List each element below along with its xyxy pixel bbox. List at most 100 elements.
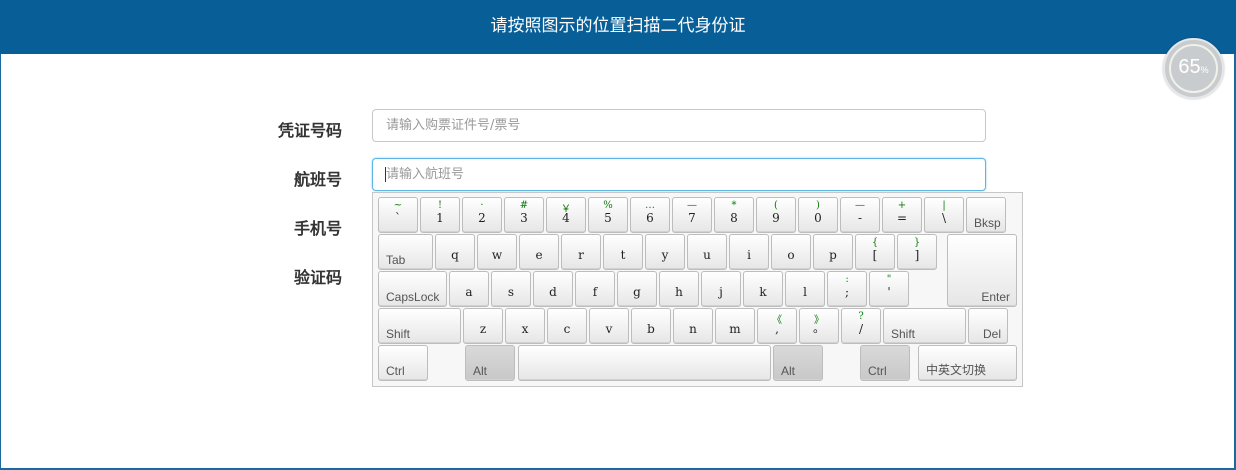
space-key[interactable] bbox=[518, 345, 771, 381]
key-label: Ctrl bbox=[868, 364, 887, 378]
key-10[interactable]: ) 0 bbox=[798, 197, 838, 233]
key-shift-char: % bbox=[603, 200, 613, 211]
capslock-key[interactable]: CapsLock bbox=[378, 271, 447, 307]
key-8[interactable]: * 8 bbox=[714, 197, 754, 233]
key-9[interactable]: (9 bbox=[756, 197, 796, 233]
key-t[interactable]: t bbox=[603, 234, 643, 270]
key-6[interactable]: … 6 bbox=[630, 197, 670, 233]
key-char: 6 bbox=[646, 211, 654, 225]
flight-input[interactable]: 请输入航班号 bbox=[372, 158, 986, 191]
key-shift-char: + bbox=[897, 200, 907, 211]
key-c[interactable]: c bbox=[547, 308, 587, 344]
key-p[interactable]: p bbox=[813, 234, 853, 270]
key-label: CapsLock bbox=[386, 290, 440, 304]
key-char: = bbox=[896, 211, 908, 225]
key-3[interactable]: #3 bbox=[504, 197, 544, 233]
key-shift-char: — bbox=[855, 200, 865, 211]
text-caret bbox=[385, 167, 386, 182]
ctrl-left-key[interactable]: Ctrl bbox=[378, 345, 428, 381]
key-g[interactable]: g bbox=[617, 271, 657, 307]
key-label: Enter bbox=[981, 290, 1010, 304]
key-12[interactable]: + = bbox=[882, 197, 922, 233]
delete-key[interactable]: Del bbox=[968, 308, 1008, 344]
page-header: 请按照图示的位置扫描二代身份证 bbox=[0, 0, 1236, 54]
tab-key[interactable]: Tab bbox=[378, 234, 433, 270]
key-char: i bbox=[747, 248, 751, 262]
voucher-input[interactable]: 请输入购票证件号/票号 bbox=[372, 109, 986, 142]
key-][interactable]: }] bbox=[897, 234, 937, 270]
key-char: \ bbox=[941, 211, 947, 225]
key-v[interactable]: v bbox=[589, 308, 629, 344]
key-y[interactable]: y bbox=[645, 234, 685, 270]
key-label: 中英文切换 bbox=[926, 363, 987, 377]
key-4[interactable]: ￥ 4 bbox=[546, 197, 586, 233]
enter-key[interactable]: Enter bbox=[947, 234, 1017, 307]
key-e[interactable]: e bbox=[519, 234, 559, 270]
key-j[interactable]: j bbox=[701, 271, 741, 307]
key-k[interactable]: k bbox=[743, 271, 783, 307]
key-u[interactable]: u bbox=[687, 234, 727, 270]
key-f[interactable]: f bbox=[575, 271, 615, 307]
key-label: Alt bbox=[473, 364, 488, 378]
language-switch-key[interactable]: 中英文切换 bbox=[918, 345, 1017, 381]
key-char: 。 bbox=[812, 321, 825, 335]
key-d[interactable]: d bbox=[533, 271, 573, 307]
key-shift-char: : bbox=[845, 274, 849, 285]
key-s[interactable]: s bbox=[491, 271, 531, 307]
key-2[interactable]: · 2 bbox=[462, 197, 502, 233]
ctrl-right-key[interactable]: Ctrl bbox=[860, 345, 910, 381]
key-l[interactable]: l bbox=[785, 271, 825, 307]
key-13[interactable]: | \ bbox=[924, 197, 964, 233]
key-q[interactable]: q bbox=[435, 234, 475, 270]
key-char: z bbox=[479, 322, 487, 336]
key-i[interactable]: i bbox=[729, 234, 769, 270]
key-m[interactable]: m bbox=[715, 308, 755, 344]
key-shift-char: * bbox=[731, 200, 737, 211]
key-shift-char: # bbox=[519, 200, 529, 211]
key-'[interactable]: " ' bbox=[869, 271, 909, 307]
key-7[interactable]: —7 bbox=[672, 197, 712, 233]
key-r[interactable]: r bbox=[561, 234, 601, 270]
key-char: , bbox=[775, 322, 779, 336]
key-char: n bbox=[689, 322, 697, 336]
key-,[interactable]: 《, bbox=[757, 308, 797, 344]
key-label: Ctrl bbox=[386, 364, 405, 378]
key-h[interactable]: h bbox=[659, 271, 699, 307]
alt-left-key[interactable]: Alt bbox=[465, 345, 515, 381]
key-char: v bbox=[605, 322, 613, 336]
key-n[interactable]: n bbox=[673, 308, 713, 344]
key-z[interactable]: z bbox=[463, 308, 503, 344]
key-o[interactable]: o bbox=[771, 234, 811, 270]
timer-value: 65% bbox=[1178, 56, 1209, 78]
key-shift-char: } bbox=[913, 237, 921, 248]
header-title: 请按照图示的位置扫描二代身份证 bbox=[490, 16, 746, 36]
key-char: t bbox=[620, 248, 626, 262]
key-shift-char: … bbox=[645, 200, 655, 211]
alt-right-key[interactable]: Alt bbox=[773, 345, 823, 381]
key-1[interactable]: ! 1 bbox=[420, 197, 460, 233]
key-char: e bbox=[535, 248, 543, 262]
key-char: ; bbox=[844, 285, 850, 299]
key-x[interactable]: x bbox=[505, 308, 545, 344]
key-5[interactable]: % 5 bbox=[588, 197, 628, 233]
key-0[interactable]: ~ ` bbox=[378, 197, 418, 233]
key-[[interactable]: {[ bbox=[855, 234, 895, 270]
shift-left-key[interactable]: Shift bbox=[378, 308, 461, 344]
key-b[interactable]: b bbox=[631, 308, 671, 344]
key-。[interactable]: 》。 bbox=[799, 308, 839, 344]
key-shift-char: · bbox=[480, 200, 484, 211]
shift-right-key[interactable]: Shift bbox=[883, 308, 966, 344]
key-a[interactable]: a bbox=[449, 271, 489, 307]
key-char: 5 bbox=[604, 211, 612, 225]
key-shift-char: { bbox=[871, 237, 879, 248]
key-char: 4 bbox=[562, 211, 570, 225]
key-char: l bbox=[803, 285, 807, 299]
key-char: q bbox=[451, 248, 459, 262]
key-;[interactable]: :; bbox=[827, 271, 867, 307]
key-w[interactable]: w bbox=[477, 234, 517, 270]
key-/[interactable]: ? / bbox=[841, 308, 881, 344]
key-11[interactable]: — - bbox=[840, 197, 880, 233]
backspace-key[interactable]: Bksp bbox=[966, 197, 1006, 233]
key-char: ` bbox=[395, 211, 401, 225]
key-char: h bbox=[675, 285, 683, 299]
